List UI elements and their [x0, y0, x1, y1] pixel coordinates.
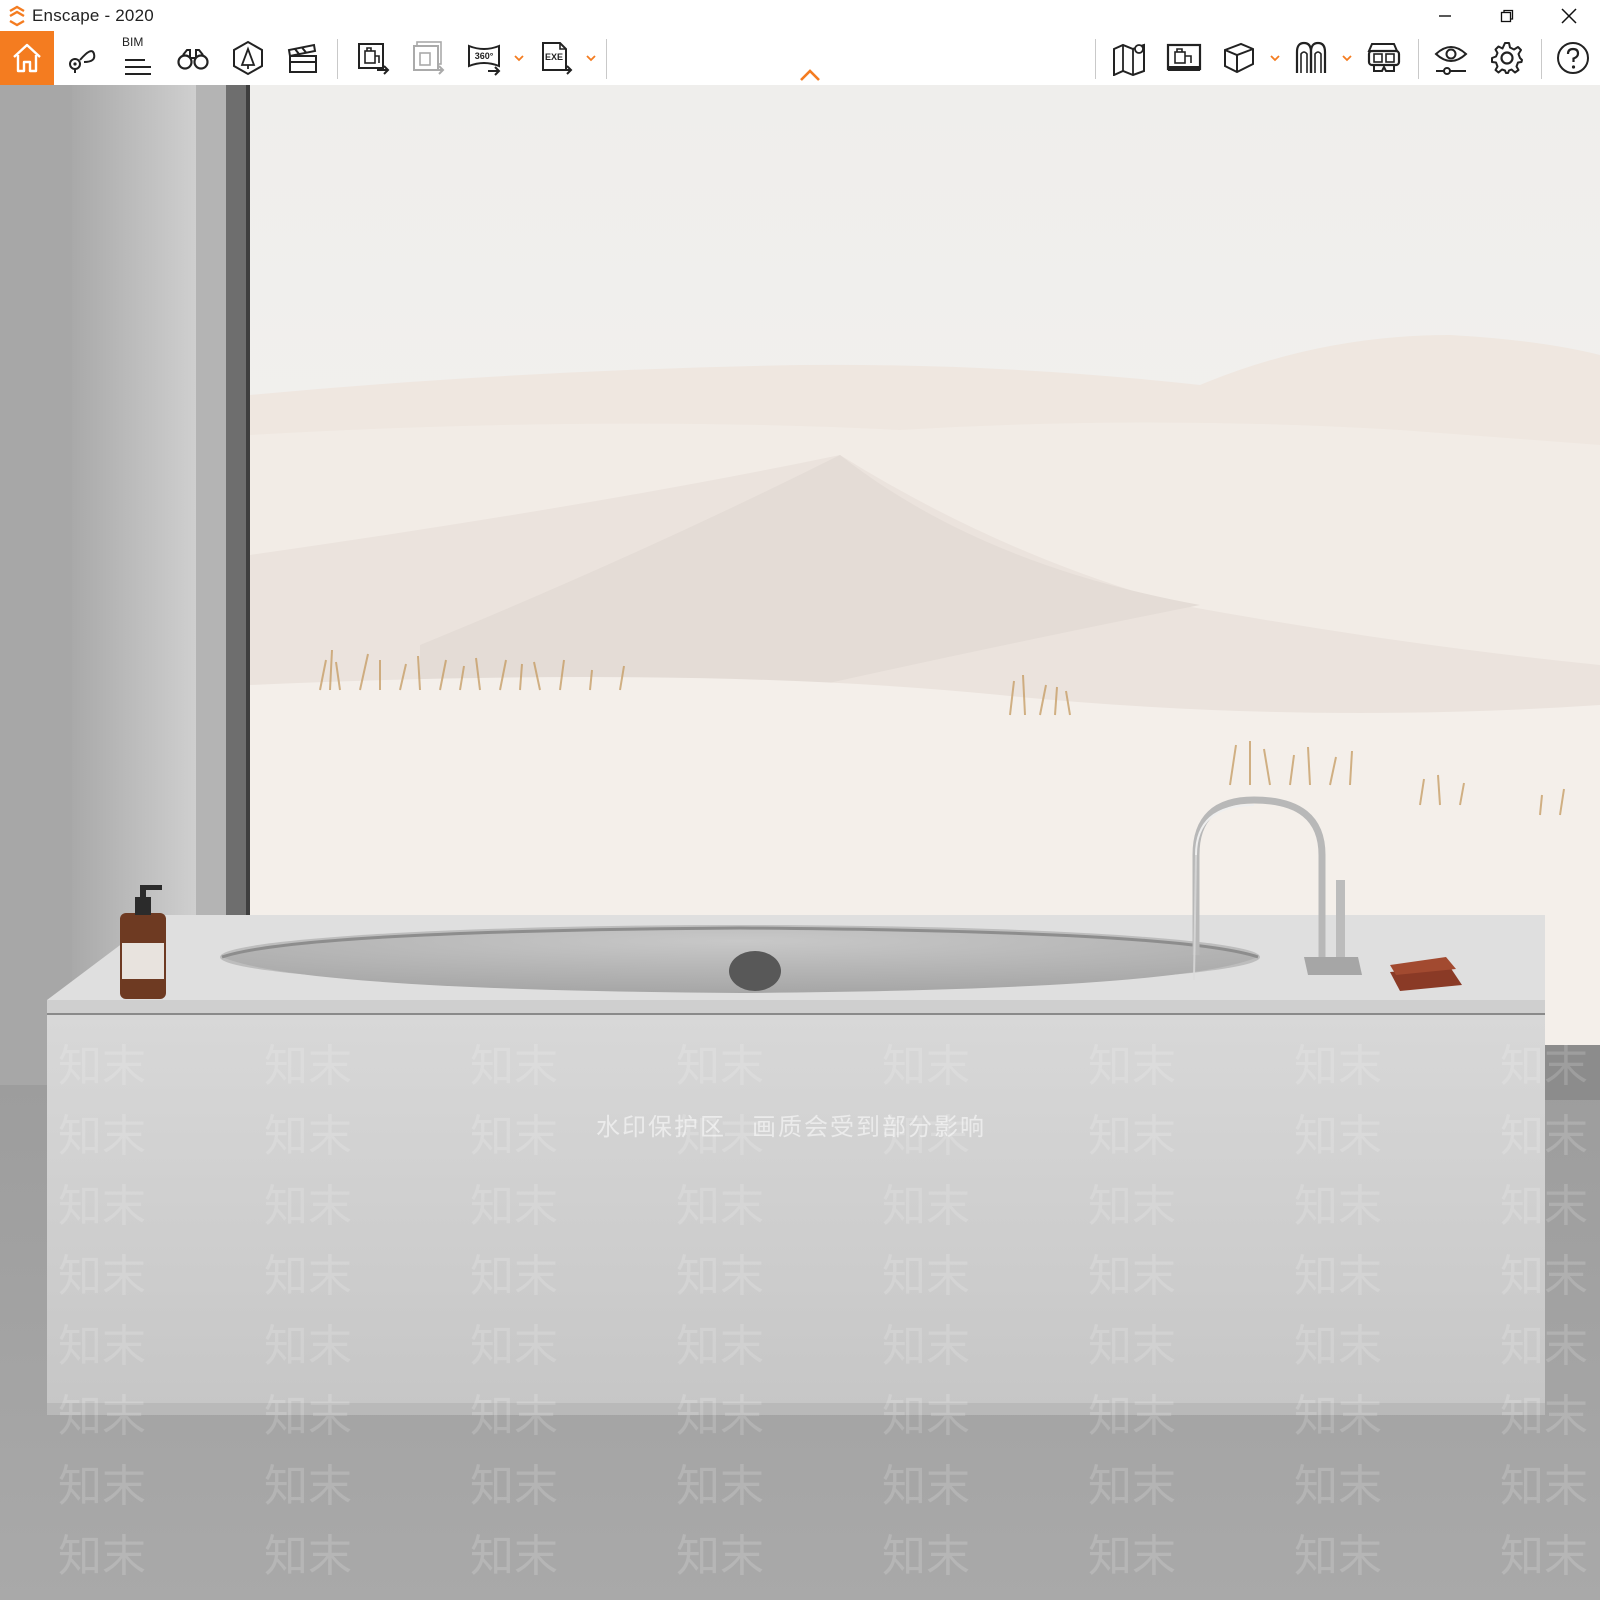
scene-render [0, 85, 1600, 1600]
render-export-button[interactable] [346, 31, 400, 85]
toolbar-separator [1418, 39, 1419, 79]
gear-icon [1491, 42, 1523, 74]
help-icon [1557, 42, 1589, 74]
panorama-dropdown-chevron-icon[interactable] [512, 51, 526, 65]
batch-render-icon [413, 41, 445, 75]
close-button[interactable] [1538, 0, 1600, 31]
binoculars-icon [177, 49, 209, 70]
exe-badge: EXE [545, 52, 563, 62]
toolbar-separator [337, 39, 338, 79]
atmosphere-dropdown-chevron-icon[interactable] [1340, 51, 1354, 65]
restore-icon [1500, 9, 1514, 22]
exe-export-icon: EXE [542, 42, 573, 75]
screens-icon [1166, 43, 1202, 71]
collapse-toolbar-chevron-up-icon[interactable] [797, 66, 823, 84]
cube-dropdown-chevron-icon[interactable] [1268, 51, 1282, 65]
settings-button[interactable] [1480, 31, 1534, 85]
view-pin-icon [69, 50, 96, 73]
eye-settings-icon [1434, 46, 1468, 75]
panorama-button[interactable]: 360° [457, 31, 511, 85]
batch-render-button[interactable] [401, 31, 455, 85]
render-viewport[interactable]: 水印保护区 画质会受到部分影响 知末知末知末知末知末知末知末知末知末知末知末知末… [0, 85, 1600, 1600]
home-button[interactable] [0, 31, 54, 85]
window-controls [1414, 0, 1600, 31]
toolbar-separator [1095, 39, 1096, 79]
clapperboard-icon [287, 43, 317, 73]
atmosphere-icon [1295, 41, 1327, 73]
cube-icon [1224, 42, 1254, 74]
map-icon [1113, 43, 1145, 76]
close-icon [1561, 7, 1577, 24]
minimize-button[interactable] [1414, 0, 1476, 31]
visual-settings-button[interactable] [1424, 31, 1478, 85]
vr-headset-icon [1367, 43, 1401, 72]
map-button[interactable] [1102, 31, 1156, 85]
title-bar: Enscape - 2020 [0, 0, 1600, 31]
cube-button[interactable] [1212, 31, 1266, 85]
restore-button[interactable] [1476, 0, 1538, 31]
bim-button[interactable]: BIM [110, 31, 164, 85]
toolbar-separator [606, 39, 607, 79]
asset-library-icon [233, 40, 263, 76]
render-export-icon [358, 43, 390, 75]
home-icon [13, 43, 41, 73]
panorama-360-icon: 360° [468, 44, 501, 76]
video-editor-button[interactable] [276, 31, 330, 85]
window-title: Enscape - 2020 [32, 5, 154, 25]
bim-icon [125, 59, 151, 75]
toolbar-separator [1541, 39, 1542, 79]
watermark-text: 水印保护区 画质会受到部分影响 [596, 1113, 986, 1141]
help-button[interactable] [1546, 31, 1600, 85]
bim-label: BIM [122, 35, 144, 49]
enscape-logo-icon [9, 5, 25, 26]
minimize-icon [1439, 14, 1451, 17]
views-button[interactable] [55, 31, 109, 85]
atmosphere-button[interactable] [1284, 31, 1338, 85]
explore-button[interactable] [166, 31, 220, 85]
vr-button[interactable] [1357, 31, 1411, 85]
exe-dropdown-chevron-icon[interactable] [584, 51, 598, 65]
asset-library-button[interactable] [221, 31, 275, 85]
exe-export-button[interactable]: EXE [529, 31, 583, 85]
panorama-badge: 360° [475, 51, 494, 61]
screens-button[interactable] [1157, 31, 1211, 85]
